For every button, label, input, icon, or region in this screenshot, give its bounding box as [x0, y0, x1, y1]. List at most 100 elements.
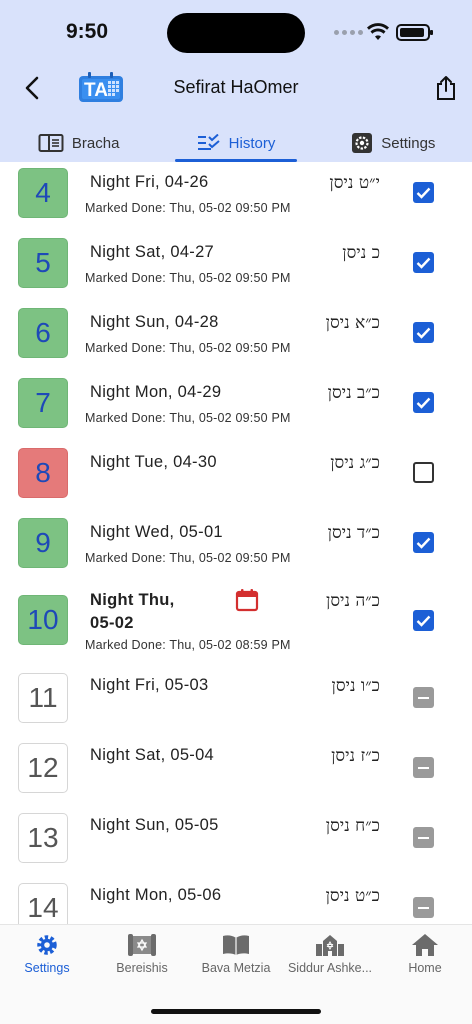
- gear-icon: [37, 935, 57, 955]
- marked-done-time: Marked Done: Thu, 05-02 09:50 PM: [85, 341, 291, 355]
- night-date: Night Sun, 04-28: [90, 313, 219, 331]
- chevron-left-icon: [25, 76, 39, 100]
- done-checkbox[interactable]: [413, 462, 434, 483]
- bottom-nav-bereishis-label: Bereishis: [116, 961, 168, 975]
- list-item[interactable]: 6 Night Sun, 04-28 כ״א ניסן Marked Done:…: [0, 304, 472, 374]
- night-date: Night Wed, 05-01: [90, 523, 223, 541]
- tab-bar: Bracha History Settings: [0, 124, 472, 162]
- list-item[interactable]: 13 Night Sun, 05-05 כ״ח ניסן: [0, 810, 472, 880]
- bottom-nav-bava-metzia[interactable]: Bava Metzia: [189, 933, 283, 975]
- bottom-nav-settings[interactable]: Settings: [0, 933, 94, 975]
- app-logo-icon: TA: [79, 72, 123, 102]
- night-date: Night Fri, 05-03: [90, 676, 209, 694]
- hebrew-date: כ״ד ניסן: [327, 523, 380, 543]
- day-number-badge: 5: [18, 238, 68, 288]
- marked-done-time: Marked Done: Thu, 05-02 09:50 PM: [85, 271, 291, 285]
- night-date: Night Thu, 05-02: [90, 589, 175, 635]
- day-number-badge: 11: [18, 673, 68, 723]
- hebrew-date: כ״ה ניסן: [326, 591, 380, 611]
- bottom-nav-bava-metzia-label: Bava Metzia: [201, 961, 271, 975]
- list-item[interactable]: 11 Night Fri, 05-03 כ״ו ניסן: [0, 670, 472, 740]
- page-title: Sefirat HaOmer: [173, 77, 299, 97]
- checkmark-icon: [416, 537, 431, 549]
- marked-done-time: Marked Done: Thu, 05-02 09:50 PM: [85, 411, 291, 425]
- navigation-bar: TA Sefirat HaOmer: [0, 62, 472, 114]
- done-checkbox[interactable]: [413, 392, 434, 413]
- list-item[interactable]: 7 Night Mon, 04-29 כ״ב ניסן Marked Done:…: [0, 374, 472, 444]
- list-item-today[interactable]: 10 Night Thu, 05-02 כ״ה ניסן Marked Done…: [0, 584, 472, 664]
- cellular-signal-icon: [334, 30, 363, 35]
- torah-icon: [128, 934, 156, 956]
- day-number-badge: 4: [18, 168, 68, 218]
- day-number-badge: 6: [18, 308, 68, 358]
- bottom-nav-siddur[interactable]: Siddur Ashke...: [283, 933, 377, 975]
- hebrew-date: י״ט ניסן: [329, 173, 380, 193]
- bottom-nav-home-label: Home: [408, 961, 442, 975]
- share-icon: [437, 76, 455, 100]
- day-number-badge: 14: [18, 883, 68, 924]
- marked-done-time: Marked Done: Thu, 05-02 09:50 PM: [85, 201, 291, 215]
- tab-bracha[interactable]: Bracha: [0, 124, 157, 162]
- history-list[interactable]: 4 Night Fri, 04-26 י״ט ניסן Marked Done:…: [0, 162, 472, 924]
- tab-bracha-label: Bracha: [71, 134, 120, 152]
- night-date: Night Mon, 05-06: [90, 886, 222, 904]
- checkmark-icon: [416, 257, 431, 269]
- hebrew-date: כ ניסן: [342, 243, 380, 263]
- done-checkbox-disabled[interactable]: [413, 687, 434, 708]
- checkmark-icon: [416, 615, 431, 627]
- done-checkbox[interactable]: [413, 532, 434, 553]
- hebrew-date: כ״ח ניסן: [325, 816, 380, 836]
- night-date: Night Tue, 04-30: [90, 453, 217, 471]
- done-checkbox-disabled[interactable]: [413, 827, 434, 848]
- day-number-badge: 8: [18, 448, 68, 498]
- tab-settings-label: Settings: [381, 134, 436, 152]
- battery-icon: [396, 24, 433, 41]
- day-number-badge: 7: [18, 378, 68, 428]
- tab-history[interactable]: History: [157, 124, 314, 162]
- hebrew-date: כ״ט ניסן: [325, 886, 380, 906]
- list-item[interactable]: 5 Night Sat, 04-27 כ ניסן Marked Done: T…: [0, 234, 472, 304]
- night-date-line2: 05-02: [90, 614, 134, 632]
- day-number-badge: 9: [18, 518, 68, 568]
- done-checkbox-disabled[interactable]: [413, 757, 434, 778]
- checklist-icon: [197, 134, 220, 150]
- wifi-icon: [367, 23, 389, 40]
- list-item[interactable]: 9 Night Wed, 05-01 כ״ד ניסן Marked Done:…: [0, 514, 472, 584]
- checkmark-icon: [416, 327, 431, 339]
- done-checkbox[interactable]: [413, 182, 434, 203]
- list-item[interactable]: 14 Night Mon, 05-06 כ״ט ניסן: [0, 880, 472, 924]
- day-number-badge: 13: [18, 813, 68, 863]
- home-indicator: [151, 1009, 321, 1014]
- back-button[interactable]: [16, 72, 48, 104]
- list-item[interactable]: 4 Night Fri, 04-26 י״ט ניסן Marked Done:…: [0, 164, 472, 234]
- day-number-badge: 10: [18, 595, 68, 645]
- tab-settings[interactable]: Settings: [315, 124, 472, 162]
- home-icon: [412, 934, 438, 956]
- bottom-nav-siddur-label: Siddur Ashke...: [287, 961, 373, 975]
- hebrew-date: כ״ז ניסן: [331, 746, 380, 766]
- share-button[interactable]: [430, 72, 462, 104]
- list-item[interactable]: 8 Night Tue, 04-30 כ״ג ניסן: [0, 444, 472, 514]
- night-date: Night Mon, 04-29: [90, 383, 222, 401]
- done-checkbox[interactable]: [413, 610, 434, 631]
- header: 9:50 TA Sefirat HaOmer Bracha History Se…: [0, 0, 472, 162]
- checkmark-icon: [416, 187, 431, 199]
- done-checkbox-disabled[interactable]: [413, 897, 434, 918]
- bottom-nav-home[interactable]: Home: [378, 933, 472, 975]
- tab-history-label: History: [228, 134, 276, 152]
- status-bar: 9:50: [0, 0, 472, 62]
- hebrew-date: כ״ג ניסן: [330, 453, 380, 473]
- bottom-nav-bereishis[interactable]: Bereishis: [95, 933, 189, 975]
- status-time: 9:50: [66, 20, 109, 43]
- night-date: Night Sat, 04-27: [90, 243, 215, 261]
- dynamic-island: [167, 13, 305, 53]
- marked-done-time: Marked Done: Thu, 05-02 08:59 PM: [85, 638, 291, 652]
- calendar-icon: [235, 589, 259, 612]
- day-number-badge: 12: [18, 743, 68, 793]
- done-checkbox[interactable]: [413, 252, 434, 273]
- marked-done-time: Marked Done: Thu, 05-02 09:50 PM: [85, 551, 291, 565]
- list-item[interactable]: 12 Night Sat, 05-04 כ״ז ניסן: [0, 740, 472, 810]
- open-book-icon: [223, 935, 249, 955]
- night-date: Night Sat, 05-04: [90, 746, 215, 764]
- done-checkbox[interactable]: [413, 322, 434, 343]
